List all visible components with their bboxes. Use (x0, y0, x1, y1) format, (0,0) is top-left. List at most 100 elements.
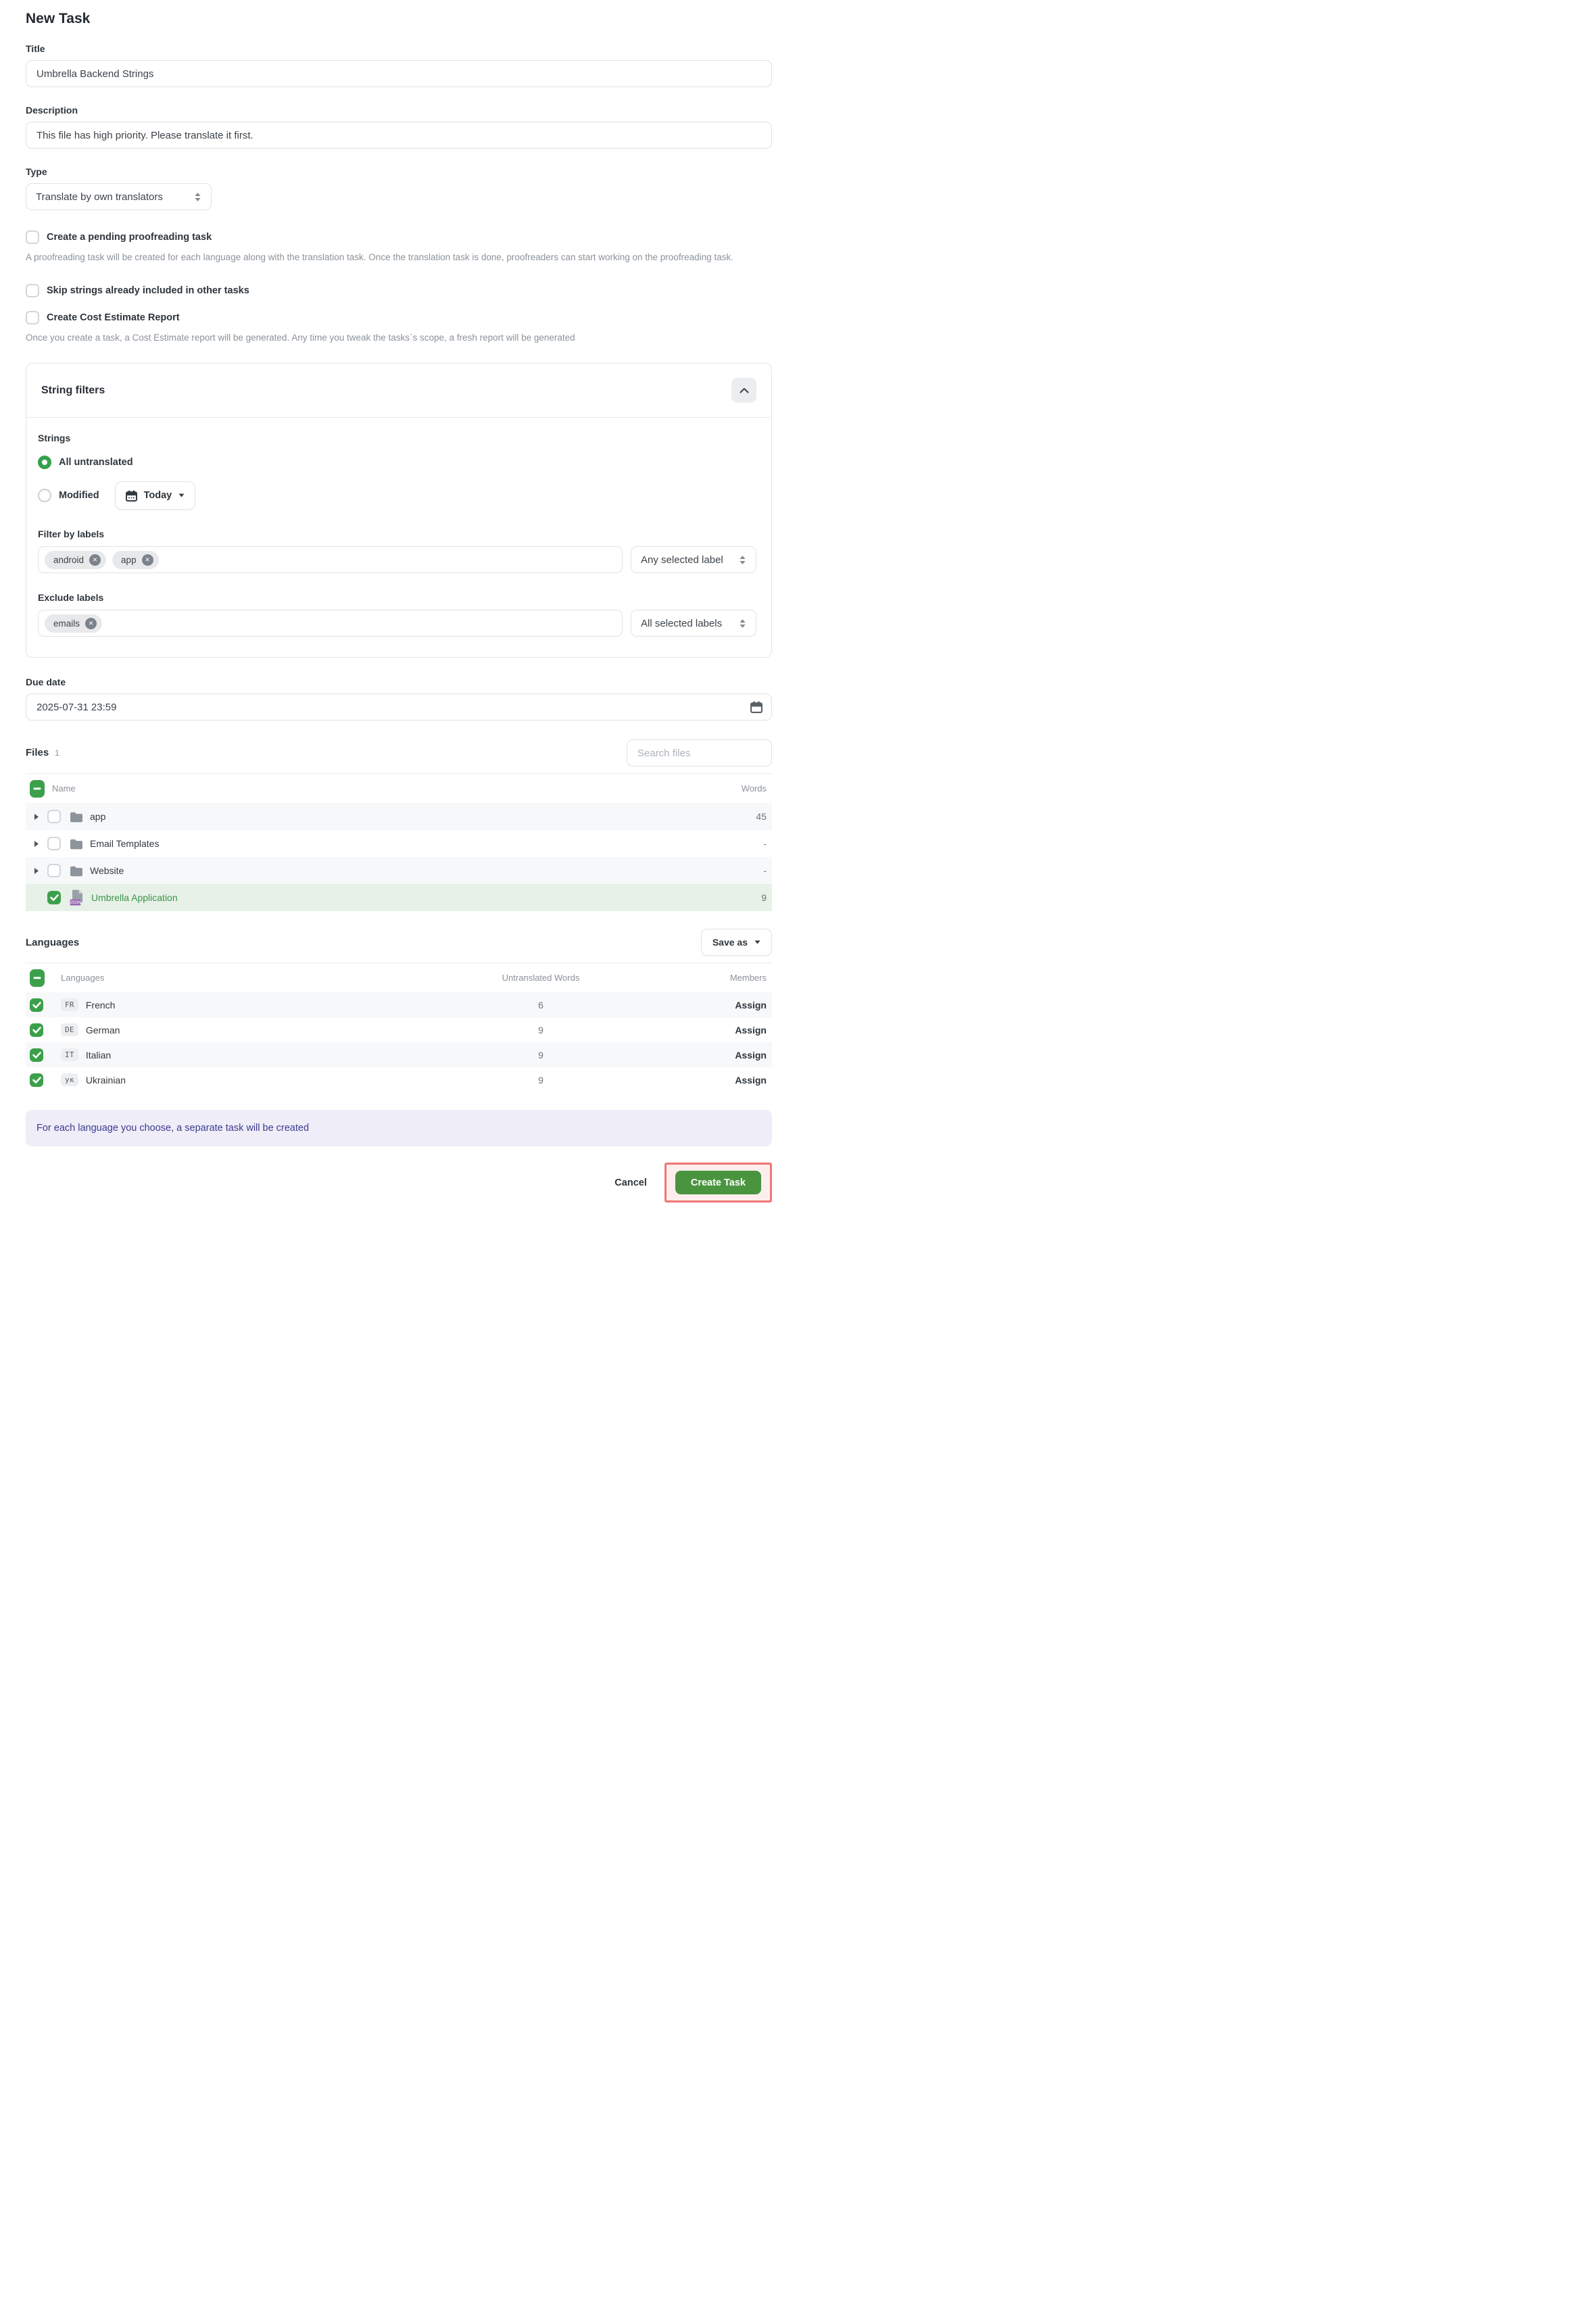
language-code-badge: IT (61, 1048, 78, 1061)
languages-table-header: Languages Untranslated Words Members (26, 963, 772, 992)
due-date-field: Due date (26, 677, 772, 721)
type-select[interactable]: Translate by own translators (26, 183, 212, 210)
modified-radio-row: Modified Today (38, 481, 756, 510)
files-label: Files (26, 747, 49, 758)
assign-link[interactable]: Assign (665, 1000, 767, 1011)
file-name: Website (90, 865, 124, 876)
skip-strings-checkbox[interactable] (26, 284, 39, 297)
skip-strings-checkbox-row: Skip strings already included in other t… (26, 284, 772, 297)
files-select-all-checkbox[interactable] (30, 780, 45, 798)
strings-label: Strings (38, 433, 756, 443)
title-input[interactable] (26, 60, 772, 87)
language-row-german[interactable]: DE German 9 Assign (26, 1017, 772, 1042)
untranslated-words-value: 9 (433, 1075, 649, 1086)
down-caret-icon (754, 940, 760, 944)
annotation-highlight: Create Task (664, 1163, 772, 1202)
type-select-value: Translate by own translators (36, 191, 163, 203)
calendar-icon (126, 490, 137, 502)
page-title: New Task (26, 11, 772, 27)
proofreading-checkbox-label: Create a pending proofreading task (47, 232, 212, 243)
description-label: Description (26, 105, 772, 116)
files-name-column-header: Name (52, 783, 76, 794)
untranslated-words-value: 6 (433, 1000, 649, 1011)
string-filters-title: String filters (41, 385, 105, 397)
cost-estimate-checkbox[interactable] (26, 311, 39, 324)
form-actions: Cancel Create Task (26, 1163, 772, 1202)
all-untranslated-radio-label: All untranslated (59, 457, 133, 468)
language-name: French (86, 1000, 116, 1011)
exclude-labels-input[interactable]: emails ✕ (38, 610, 623, 637)
modified-radio-label: Modified (59, 490, 99, 501)
languages-table: Languages Untranslated Words Members FR … (26, 963, 772, 1092)
assign-link[interactable]: Assign (665, 1050, 767, 1061)
modified-radio[interactable] (38, 489, 51, 502)
assign-link[interactable]: Assign (665, 1075, 767, 1086)
skip-strings-checkbox-label: Skip strings already included in other t… (47, 285, 249, 296)
language-row-checkbox[interactable] (30, 1023, 43, 1037)
filter-labels-input[interactable]: android ✕ app ✕ (38, 546, 623, 573)
filter-labels-mode-select[interactable]: Any selected label (631, 546, 756, 573)
folder-icon (70, 838, 83, 850)
search-files-input[interactable] (627, 739, 772, 767)
type-label: Type (26, 166, 772, 177)
file-name: Email Templates (90, 838, 159, 849)
label-tag-emails: emails ✕ (45, 614, 102, 633)
collapse-panel-button[interactable] (731, 378, 756, 403)
assign-link[interactable]: Assign (665, 1025, 767, 1036)
proofreading-checkbox[interactable] (26, 230, 39, 244)
file-row-checkbox[interactable] (47, 891, 61, 904)
language-row-ukrainian[interactable]: ук Ukrainian 9 Assign (26, 1067, 772, 1092)
label-tag-app: app ✕ (112, 551, 159, 569)
remove-tag-icon[interactable]: ✕ (89, 554, 101, 566)
label-tag-android-text: android (53, 555, 84, 565)
filter-by-labels-label: Filter by labels (38, 529, 756, 539)
languages-column-header: Languages (61, 973, 416, 983)
files-count-badge: 1 (55, 748, 59, 758)
create-task-button[interactable]: Create Task (675, 1171, 761, 1194)
language-row-italian[interactable]: IT Italian 9 Assign (26, 1042, 772, 1067)
file-row-checkbox[interactable] (47, 837, 61, 850)
due-date-label: Due date (26, 677, 772, 687)
new-task-form: New Task Title Description Type Translat… (0, 0, 798, 1202)
all-untranslated-radio[interactable] (38, 456, 51, 469)
file-row-checkbox[interactable] (47, 864, 61, 877)
svg-text:JSON: JSON (70, 901, 81, 906)
remove-tag-icon[interactable]: ✕ (85, 618, 97, 629)
remove-tag-icon[interactable]: ✕ (142, 554, 153, 566)
exclude-labels-row: emails ✕ All selected labels (38, 610, 756, 637)
label-tag-app-text: app (121, 555, 137, 565)
untranslated-words-value: 9 (433, 1050, 649, 1061)
language-row-french[interactable]: FR French 6 Assign (26, 992, 772, 1017)
files-section-header: Files 1 (26, 739, 772, 767)
expand-chevron-icon[interactable] (34, 813, 42, 821)
title-label: Title (26, 43, 772, 54)
title-field: Title (26, 43, 772, 87)
cost-estimate-help-text: Once you create a task, a Cost Estimate … (26, 332, 772, 344)
save-as-label: Save as (712, 937, 748, 948)
exclude-labels-mode-select[interactable]: All selected labels (631, 610, 756, 637)
file-row-umbrella-application[interactable]: JSON Umbrella Application 9 (26, 884, 772, 911)
untranslated-words-column-header: Untranslated Words (433, 973, 649, 983)
description-input[interactable] (26, 122, 772, 149)
languages-select-all-checkbox[interactable] (30, 969, 45, 987)
language-name: German (86, 1025, 120, 1036)
proofreading-help-text: A proofreading task will be created for … (26, 251, 772, 264)
file-row-app[interactable]: app 45 (26, 803, 772, 830)
modified-range-dropdown[interactable]: Today (115, 481, 196, 510)
file-row-checkbox[interactable] (47, 810, 61, 823)
file-row-email-templates[interactable]: Email Templates - (26, 830, 772, 857)
expand-chevron-icon[interactable] (34, 867, 42, 875)
language-row-checkbox[interactable] (30, 1048, 43, 1062)
updown-caret-icon (194, 192, 201, 202)
language-row-checkbox[interactable] (30, 998, 43, 1012)
expand-chevron-icon[interactable] (34, 840, 42, 848)
type-field: Type Translate by own translators (26, 166, 772, 210)
due-date-input[interactable] (26, 694, 772, 721)
cancel-button[interactable]: Cancel (601, 1171, 660, 1195)
language-row-checkbox[interactable] (30, 1073, 43, 1087)
save-as-dropdown-button[interactable]: Save as (701, 929, 772, 956)
chevron-up-icon (740, 387, 749, 393)
file-row-website[interactable]: Website - (26, 857, 772, 884)
untranslated-words-value: 9 (433, 1025, 649, 1036)
label-tag-emails-text: emails (53, 618, 80, 629)
